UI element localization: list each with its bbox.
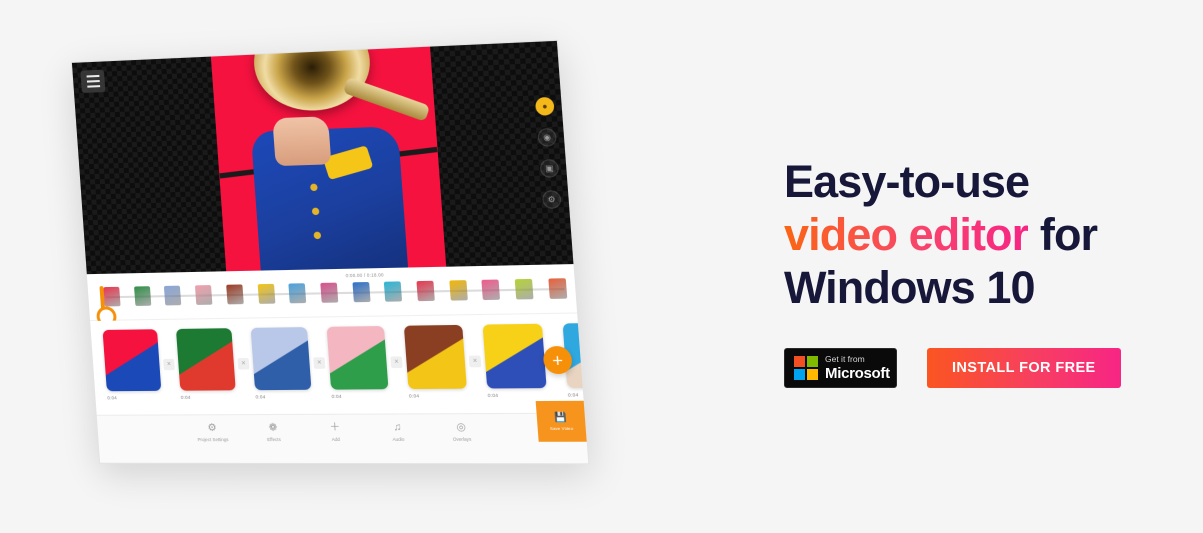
toolbar-item-label: Audio [392,436,405,442]
headline-line-1: Easy-to-use [784,156,1030,207]
timeline-thumb[interactable] [352,282,371,303]
clip-transition-button[interactable]: × [313,357,326,369]
clip-thumbnail[interactable] [175,328,236,391]
timeline-thumb[interactable] [288,283,307,304]
settings-icon[interactable]: ⚙ [541,190,562,209]
headline-line-3: Windows 10 [784,262,1036,313]
page-title: Easy-to-use video editor for Windows 10 [784,155,1184,314]
clip-thumbnail[interactable] [403,324,467,390]
install-for-free-button[interactable]: INSTALL FOR FREE [927,348,1121,388]
toolbar-item-overlays[interactable]: ◎ Overlays [441,422,483,443]
clip[interactable]: 0:04 [403,324,468,399]
landing-hero: ● ◉ ▣ ⚙ 0:00.00 / 0:18.00 0:04 × 0:04 × 0:04… [0,0,1203,533]
clip-item: 0:04 × [175,328,256,400]
trumpet-tube [342,76,431,122]
clip-transition-button[interactable]: × [163,358,175,371]
save-icon: 💾 [554,411,568,422]
microsoft-store-badge[interactable]: Get it from Microsoft [784,348,897,388]
timeline-thumb[interactable] [103,286,121,307]
badge-big-text: Microsoft [825,364,890,382]
timeline-thumb[interactable] [164,285,182,306]
timeline-thumbnails [103,278,568,307]
clip-duration: 0:04 [180,394,191,400]
audio-icon: ♫ [393,421,402,434]
preview-frame [210,46,447,272]
timeline-timecode: 0:00.00 / 0:18.00 [345,272,384,279]
timeline-thumb[interactable] [320,282,339,303]
preview-side-tools: ● ◉ ▣ ⚙ [534,96,562,209]
plus-icon: ＋ [329,422,341,434]
toolbar-item-add[interactable]: ＋ Add [315,422,356,443]
clip-item: 0:04 × [102,329,181,401]
clip-item: 0:04 × [250,327,332,400]
clip-transition-button[interactable]: × [237,358,250,370]
lightbulb-icon[interactable]: ● [534,96,555,116]
clip[interactable]: 0:04 [175,328,236,400]
clip-thumbnail[interactable] [250,327,312,391]
toolbar-item-label: Effects [266,436,281,443]
clip-duration: 0:04 [567,392,579,398]
headline-gradient-text: video editor [784,209,1029,260]
save-video-button[interactable]: 💾 Save Video [535,400,587,442]
timeline-thumb[interactable] [548,278,568,299]
microsoft-logo-icon [794,356,818,380]
clip-duration: 0:04 [408,393,420,399]
performer-hand [272,116,332,167]
timeline-thumb[interactable] [384,281,403,302]
hamburger-icon[interactable] [80,69,106,93]
toolbar-item-label: Project Settings [197,436,229,443]
timeline-thumb[interactable] [449,280,468,301]
timeline-thumb[interactable] [195,285,213,305]
clip[interactable]: 0:04 [250,327,313,400]
contrast-icon[interactable]: ◉ [537,127,558,147]
clip[interactable]: 0:04 [326,325,390,400]
clip-transition-button[interactable]: × [468,355,482,368]
clip[interactable]: 0:04 [102,329,162,401]
clip[interactable]: 0:04 [482,323,548,399]
app-screenshot-stage: ● ◉ ▣ ⚙ 0:00.00 / 0:18.00 0:04 × 0:04 × 0:04… [60,30,620,500]
effects-icon: ❁ [268,422,278,434]
toolbar-item-effects[interactable]: ❁ Effects [253,422,293,443]
save-video-label: Save Video [549,425,574,431]
toolbar-item-label: Add [331,436,340,443]
clip-thumbnail[interactable] [482,323,547,389]
timeline-thumb[interactable] [133,286,152,306]
timeline-thumb[interactable] [225,284,244,305]
microsoft-badge-text: Get it from Microsoft [825,355,890,381]
timeline-track[interactable]: 0:00.00 / 0:18.00 [86,264,578,322]
clip-strip: 0:04×0:04×0:04×0:04×0:04×0:04×0:04×0:04+ [90,313,590,415]
timeline-thumb[interactable] [481,279,501,301]
headline-line-2-tail: for [1028,209,1098,260]
clip-duration: 0:04 [487,392,499,399]
editor-toolbar: ⚙ Project Settings ❁ Effects ＋ Add ♫ Audio ◎ Over… [96,400,589,465]
toolbar-item-project-settings[interactable]: ⚙ Project Settings [193,422,233,443]
clip-duration: 0:04 [107,395,118,401]
hero-copy: Easy-to-use video editor for Windows 10 … [784,155,1184,388]
clip-transition-button[interactable]: × [390,356,403,369]
clip-thumbnail[interactable] [102,329,162,392]
clip-thumbnail[interactable] [326,325,389,390]
cta-row: Get it from Microsoft INSTALL FOR FREE [784,348,1184,388]
clip-duration: 0:04 [331,393,342,400]
clip-duration: 0:04 [255,394,266,400]
crop-icon[interactable]: ▣ [539,159,560,178]
video-editor-window: ● ◉ ▣ ⚙ 0:00.00 / 0:18.00 0:04 × 0:04 × 0:04… [70,39,590,465]
timeline-thumb[interactable] [257,283,275,304]
video-preview[interactable]: ● ◉ ▣ ⚙ [71,40,574,275]
clip-item: 0:04 × [326,325,410,400]
toolbar-item-audio[interactable]: ♫ Audio [377,422,419,443]
timeline-thumb[interactable] [416,280,435,302]
toolbar-item-label: Overlays [452,436,472,442]
overlays-icon: ◎ [456,421,467,434]
clip-item: 0:04 × [403,324,488,399]
timeline-thumb[interactable] [514,278,534,300]
gear-icon: ⚙ [207,422,218,434]
badge-small-text: Get it from [825,354,865,365]
